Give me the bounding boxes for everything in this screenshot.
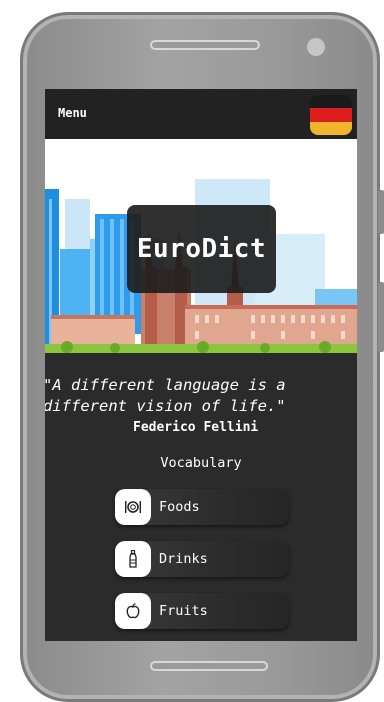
germany-flag-icon[interactable] (310, 95, 352, 135)
front-camera (307, 38, 325, 56)
app-logo-box: EuroDict (127, 205, 276, 293)
category-button-fruits[interactable]: Fruits (115, 593, 289, 629)
city-banner: EuroDict (45, 139, 357, 357)
quote-author: Federico Fellini (133, 420, 259, 435)
menu-button[interactable]: Menu (58, 106, 87, 120)
apple-icon (115, 593, 151, 629)
top-bar: Menu (45, 89, 357, 139)
category-label: Drinks (159, 551, 208, 567)
vocabulary-title: Vocabulary (160, 455, 242, 471)
category-button-drinks[interactable]: Drinks (115, 541, 289, 577)
home-button[interactable] (150, 661, 268, 671)
speaker-grille (150, 40, 260, 50)
category-label: Foods (159, 499, 200, 515)
app-name: EuroDict (136, 234, 267, 264)
power-button[interactable] (378, 282, 384, 352)
cutlery-icon (115, 489, 151, 525)
category-button-foods[interactable]: Foods (115, 489, 289, 525)
category-label: Fruits (159, 603, 208, 619)
volume-button[interactable] (378, 190, 384, 234)
quote-text: "A different language is a different vis… (45, 376, 286, 415)
app-screen: Menu EuroDict A different language is a … (45, 89, 357, 641)
bottle-icon (115, 541, 151, 577)
